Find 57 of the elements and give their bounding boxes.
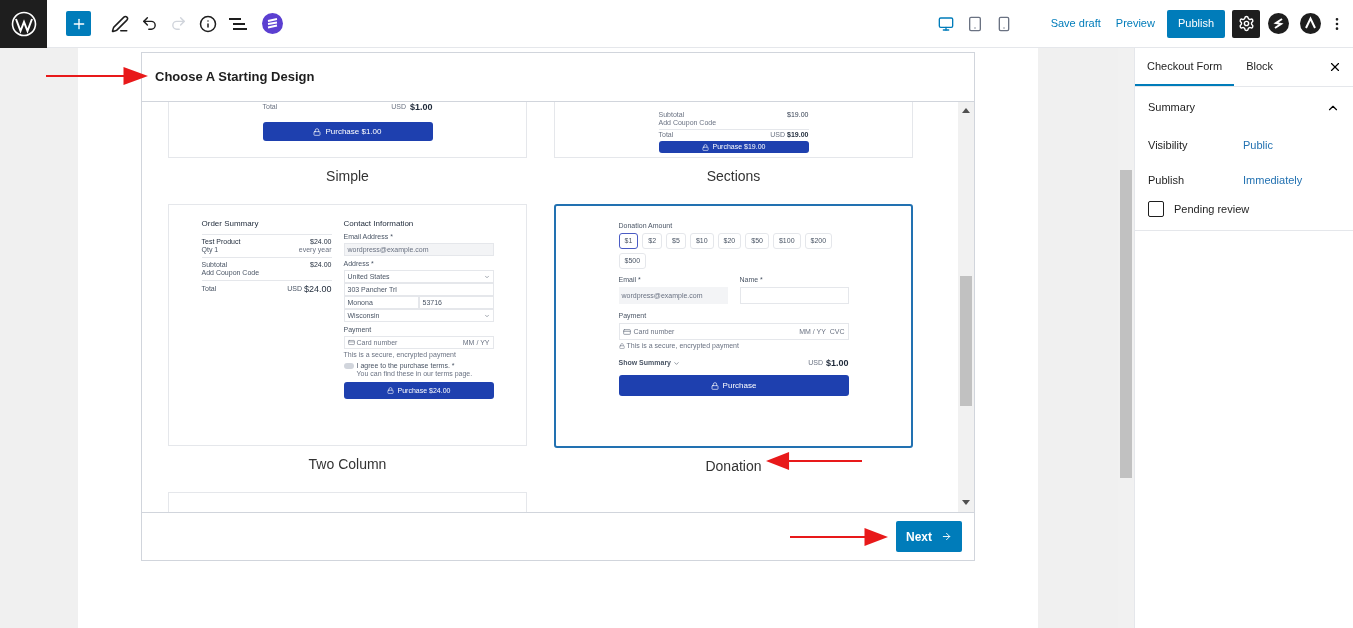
info-icon[interactable] [199,14,217,33]
purchase-button: Purchase [618,375,849,396]
modal-title: Choose A Starting Design [155,68,315,87]
lock-icon [710,381,719,390]
plugin-s-icon[interactable] [1268,13,1289,34]
pending-review-checkbox[interactable] [1148,201,1164,218]
lock-icon [313,127,322,136]
setting-value-link[interactable]: Public [1243,137,1273,154]
panel-title: Summary [1148,100,1196,116]
chevron-down-icon [673,359,680,367]
credit-card-icon [622,327,631,336]
design-name: Donation [705,457,762,476]
sidebar-tab[interactable]: Block [1234,48,1286,86]
plugin-a-icon[interactable] [1300,13,1321,34]
total-amount: $24.00 [303,284,332,294]
desktop-preview-icon[interactable] [937,15,954,32]
scroll-up-icon[interactable] [962,108,970,114]
lock-icon [618,343,625,349]
chevron-down-icon [483,312,490,319]
design-preview-card[interactable] [168,204,527,446]
chevron-down-icon [483,273,490,280]
lock-icon [701,143,709,151]
section-title: Order Summary [201,219,260,229]
setting-label: Publish [1148,173,1186,189]
setting-value-link[interactable]: Immediately [1243,172,1303,189]
preview-link[interactable]: Preview [1115,15,1155,32]
scrollbar[interactable] [1118,48,1134,628]
settings-icon[interactable] [1232,9,1260,38]
checkbox-label: Pending review [1174,202,1250,217]
arrow-right-icon [941,531,952,542]
design-name: Simple [326,167,369,186]
next-button[interactable]: Next [896,521,962,552]
add-block-button[interactable] [66,11,91,36]
sidebar-tab[interactable]: Checkout Form [1135,48,1235,86]
plugin-logo-icon[interactable] [262,13,283,34]
design-name: Two Column [308,455,387,474]
edit-tool-icon[interactable] [111,14,129,33]
total-amount: $1.00 [409,102,433,114]
design-name: Sections [706,167,761,186]
section-title: Contact Information [343,219,415,229]
list-view-icon[interactable] [229,16,247,31]
total-amount: $1.00 [825,358,849,368]
tablet-preview-icon[interactable] [966,15,983,32]
wordpress-logo-icon[interactable] [0,0,47,48]
scrollbar[interactable] [958,102,974,512]
publish-button[interactable]: Publish [1166,9,1225,38]
close-icon[interactable] [1328,60,1342,74]
save-draft-link[interactable]: Save draft [1050,15,1101,32]
scroll-down-icon[interactable] [962,500,970,506]
scrollbar-thumb[interactable] [960,276,972,406]
purchase-button: Purchase $1.00 [262,122,433,141]
toggle-switch [343,363,354,369]
scrollbar-thumb[interactable] [1120,170,1132,478]
lock-icon [386,387,394,394]
undo-icon[interactable] [141,15,158,32]
setting-label: Visibility [1148,138,1189,154]
credit-card-icon [347,339,355,346]
